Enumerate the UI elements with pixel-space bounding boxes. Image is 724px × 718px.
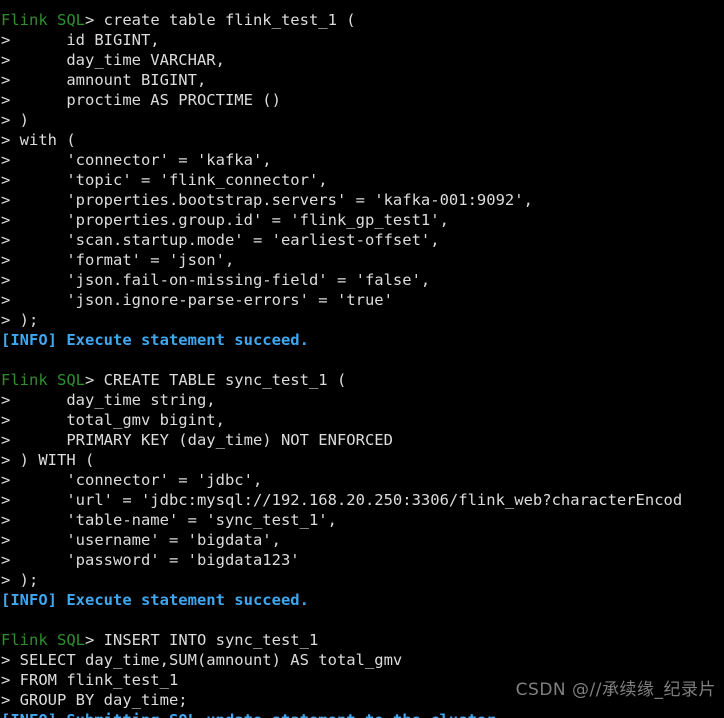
info-message: [INFO] Execute statement succeed. [1, 331, 309, 349]
continuation-text: > amnount BIGINT, [1, 71, 207, 89]
terminal-line: > amnount BIGINT, [0, 70, 724, 90]
continuation-text: > ) WITH ( [1, 451, 95, 469]
terminal-line: > 'scan.startup.mode' = 'earliest-offset… [0, 230, 724, 250]
terminal-line: > 'json.ignore-parse-errors' = 'true' [0, 290, 724, 310]
continuation-text: > 'scan.startup.mode' = 'earliest-offset… [1, 231, 440, 249]
command-text: > create table flink_test_1 ( [85, 11, 356, 29]
terminal-line: Flink SQL> INSERT INTO sync_test_1 [0, 630, 724, 650]
prompt-label: Flink SQL [1, 371, 85, 389]
terminal-line: > id BIGINT, [0, 30, 724, 50]
continuation-text: > id BIGINT, [1, 31, 160, 49]
terminal-line: > 'json.fail-on-missing-field' = 'false'… [0, 270, 724, 290]
continuation-text: > ) [1, 111, 29, 129]
continuation-text: > 'json.ignore-parse-errors' = 'true' [1, 291, 393, 309]
terminal-line: > ); [0, 570, 724, 590]
continuation-text: > 'json.fail-on-missing-field' = 'false'… [1, 271, 431, 289]
info-message: [INFO] Execute statement succeed. [1, 591, 309, 609]
terminal-line: > PRIMARY KEY (day_time) NOT ENFORCED [0, 430, 724, 450]
continuation-text: > SELECT day_time,SUM(amnount) AS total_… [1, 651, 403, 669]
continuation-text: > total_gmv bigint, [1, 411, 225, 429]
continuation-text: > 'properties.group.id' = 'flink_gp_test… [1, 211, 449, 229]
terminal-line: Flink SQL> CREATE TABLE sync_test_1 ( [0, 370, 724, 390]
terminal-line: > day_time VARCHAR, [0, 50, 724, 70]
continuation-text: > proctime AS PROCTIME () [1, 91, 281, 109]
terminal-line: > 'table-name' = 'sync_test_1', [0, 510, 724, 530]
continuation-text: > GROUP BY day_time; [1, 691, 188, 709]
terminal-line: > 'password' = 'bigdata123' [0, 550, 724, 570]
terminal-line: [INFO] Execute statement succeed. [0, 590, 724, 610]
terminal-line: > 'connector' = 'jdbc', [0, 470, 724, 490]
continuation-text: > 'password' = 'bigdata123' [1, 551, 300, 569]
terminal-line: > 'properties.bootstrap.servers' = 'kafk… [0, 190, 724, 210]
continuation-text: > FROM flink_test_1 [1, 671, 179, 689]
continuation-text: > 'connector' = 'kafka', [1, 151, 272, 169]
continuation-text: > 'url' = 'jdbc:mysql://192.168.20.250:3… [1, 491, 683, 509]
continuation-text: > day_time VARCHAR, [1, 51, 225, 69]
terminal-line: > ) WITH ( [0, 450, 724, 470]
csdn-watermark: CSDN @//承续缘_纪录片 [515, 680, 716, 700]
terminal-line: Flink SQL> create table flink_test_1 ( [0, 10, 724, 30]
info-message: [INFO] Submitting SQL update statement t… [1, 711, 524, 718]
terminal-line: > 'url' = 'jdbc:mysql://192.168.20.250:3… [0, 490, 724, 510]
terminal-line: > day_time string, [0, 390, 724, 410]
terminal-line: > 'topic' = 'flink_connector', [0, 170, 724, 190]
continuation-text: > day_time string, [1, 391, 216, 409]
terminal-output[interactable]: Flink SQL> create table flink_test_1 (> … [0, 0, 724, 718]
command-text: > CREATE TABLE sync_test_1 ( [85, 371, 347, 389]
terminal-line: [INFO] Submitting SQL update statement t… [0, 710, 724, 718]
terminal-line: > proctime AS PROCTIME () [0, 90, 724, 110]
terminal-line: [INFO] Execute statement succeed. [0, 330, 724, 350]
terminal-line: > 'properties.group.id' = 'flink_gp_test… [0, 210, 724, 230]
continuation-text: > 'format' = 'json', [1, 251, 235, 269]
terminal-line: > ) [0, 110, 724, 130]
continuation-text: > 'table-name' = 'sync_test_1', [1, 511, 337, 529]
continuation-text: > 'topic' = 'flink_connector', [1, 171, 328, 189]
terminal-line: > 'connector' = 'kafka', [0, 150, 724, 170]
continuation-text: > 'username' = 'bigdata', [1, 531, 281, 549]
continuation-text: > PRIMARY KEY (day_time) NOT ENFORCED [1, 431, 393, 449]
continuation-text: > 'connector' = 'jdbc', [1, 471, 263, 489]
continuation-text: > ); [1, 311, 39, 329]
terminal-line: > total_gmv bigint, [0, 410, 724, 430]
terminal-line: > with ( [0, 130, 724, 150]
continuation-text: > with ( [1, 131, 76, 149]
terminal-line: > 'username' = 'bigdata', [0, 530, 724, 550]
command-text: > INSERT INTO sync_test_1 [85, 631, 319, 649]
terminal-line: > ); [0, 310, 724, 330]
terminal-line: > SELECT day_time,SUM(amnount) AS total_… [0, 650, 724, 670]
continuation-text: > 'properties.bootstrap.servers' = 'kafk… [1, 191, 533, 209]
prompt-label: Flink SQL [1, 11, 85, 29]
prompt-label: Flink SQL [1, 631, 85, 649]
continuation-text: > ); [1, 571, 39, 589]
terminal-line: > 'format' = 'json', [0, 250, 724, 270]
